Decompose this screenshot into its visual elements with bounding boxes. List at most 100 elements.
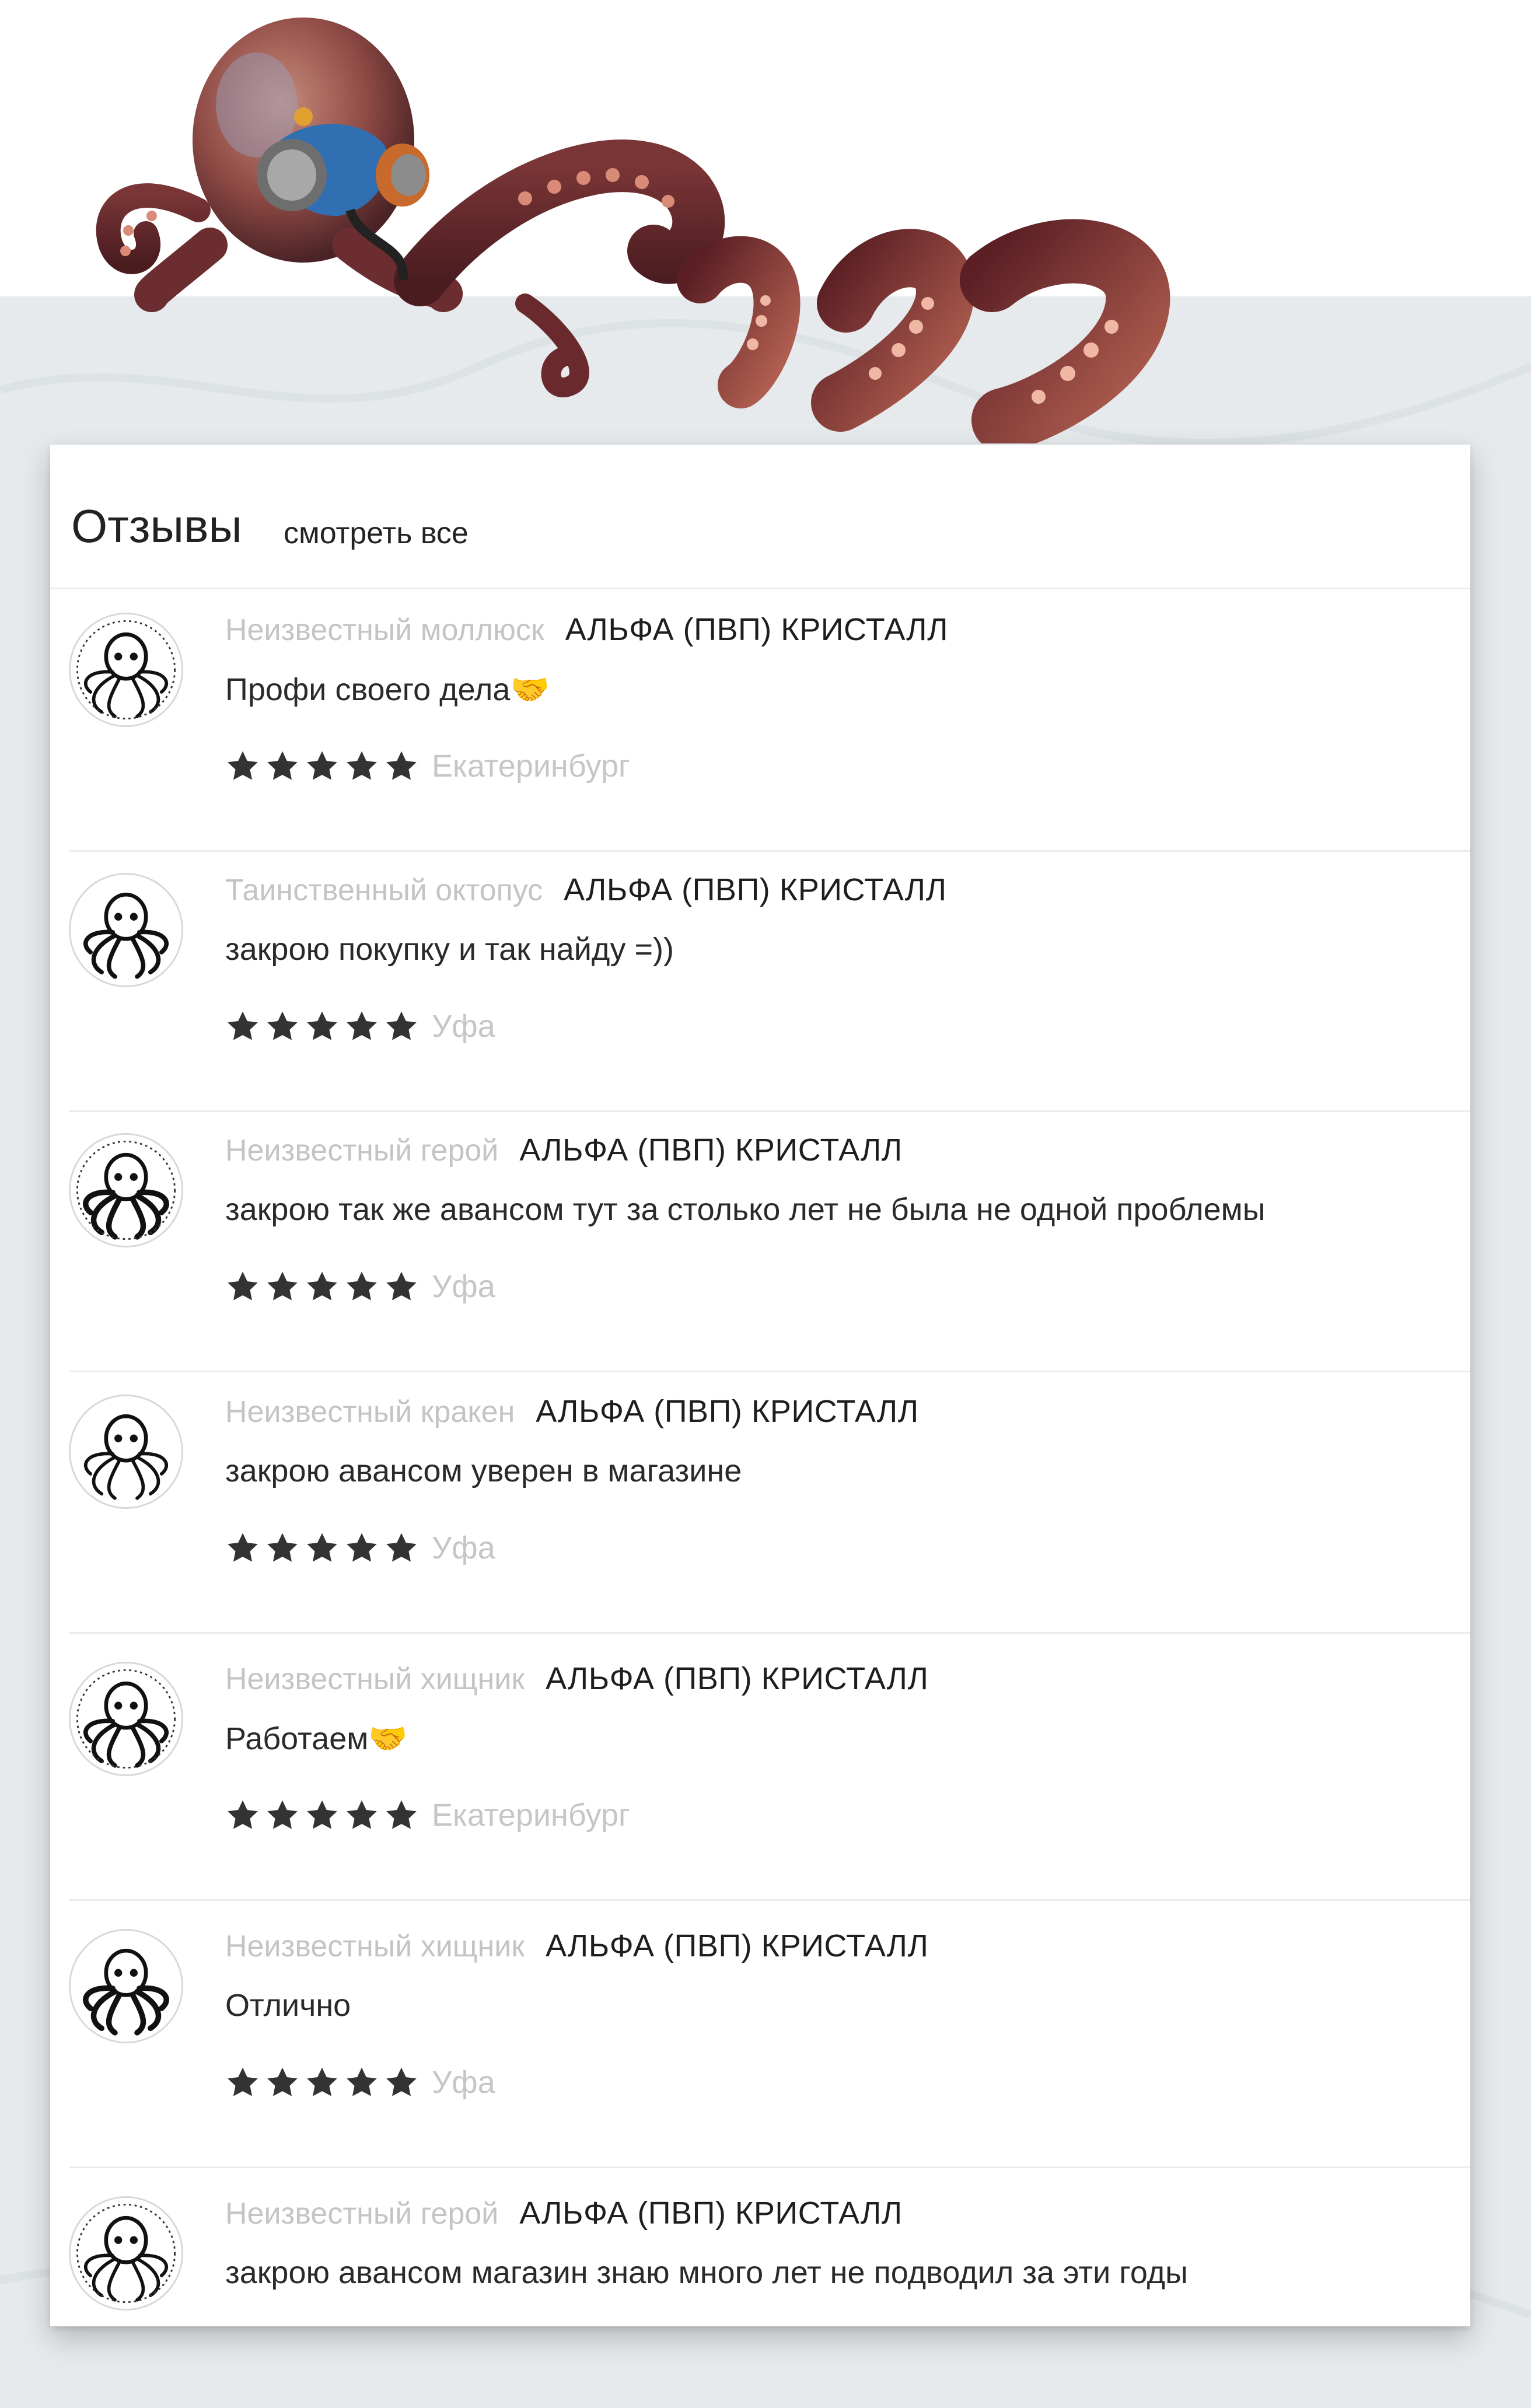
review-text: Отлично bbox=[225, 1987, 351, 2023]
review-item: Неизвестный герой АЛЬФА (ПВП) КРИСТАЛЛ зак… bbox=[69, 2173, 1470, 2326]
review-city: Уфа bbox=[432, 2065, 495, 2100]
star-icon bbox=[228, 751, 258, 780]
review-item: Неизвестный кракен АЛЬФА (ПВП) КРИСТАЛЛ за… bbox=[69, 1371, 1470, 1634]
star-icon bbox=[307, 2067, 337, 2096]
review-author: Неизвестный хищник bbox=[225, 1930, 525, 1963]
star-icon bbox=[307, 751, 337, 780]
review-meta: Неизвестный хищник АЛЬФА (ПВП) КРИСТАЛЛ bbox=[225, 1661, 928, 1701]
page: Отзывы смотреть все Неизвестный моллюск А… bbox=[0, 0, 1531, 2408]
octopus-avatar-icon bbox=[71, 1663, 181, 1774]
review-meta: Неизвестный кракен АЛЬФА (ПВП) КРИСТАЛЛ bbox=[225, 1393, 919, 1434]
review-text: Профи своего дела🤝 bbox=[225, 671, 550, 708]
review-author: Таинственный октопус bbox=[225, 873, 543, 907]
review-rating: Екатеринбург bbox=[225, 1795, 630, 1836]
rating-stars bbox=[225, 1009, 419, 1044]
star-icon bbox=[386, 2067, 417, 2096]
star-icon bbox=[228, 1533, 258, 1562]
star-icon bbox=[347, 751, 377, 780]
review-rating: Уфа bbox=[225, 1266, 495, 1307]
avatar bbox=[69, 1662, 183, 1776]
review-product[interactable]: АЛЬФА (ПВП) КРИСТАЛЛ bbox=[519, 2196, 902, 2231]
star-icon bbox=[347, 1800, 377, 1829]
review-author: Неизвестный хищник bbox=[225, 1662, 525, 1696]
review-meta: Таинственный октопус АЛЬФА (ПВП) КРИСТАЛЛ bbox=[225, 872, 947, 913]
review-text: закрою авансом магазин знаю много лет не… bbox=[225, 2255, 1188, 2291]
review-meta: Неизвестный герой АЛЬФА (ПВП) КРИСТАЛЛ bbox=[225, 1132, 903, 1173]
review-item: Неизвестный хищник АЛЬФА (ПВП) КРИСТАЛЛ От… bbox=[69, 1906, 1470, 2168]
review-product[interactable]: АЛЬФА (ПВП) КРИСТАЛЛ bbox=[519, 1133, 902, 1168]
review-text: Работаем🤝 bbox=[225, 1720, 408, 1757]
review-product[interactable]: АЛЬФА (ПВП) КРИСТАЛЛ bbox=[565, 612, 948, 647]
review-author: Неизвестный герой bbox=[225, 2197, 499, 2231]
octopus-avatar-icon bbox=[71, 1135, 181, 1246]
octopus-avatar-icon bbox=[71, 1931, 181, 2042]
star-icon bbox=[267, 2067, 298, 2096]
review-product[interactable]: АЛЬФА (ПВП) КРИСТАЛЛ bbox=[564, 872, 946, 907]
avatar bbox=[69, 1133, 183, 1247]
star-icon bbox=[307, 1011, 337, 1040]
review-city: Екатеринбург bbox=[432, 1798, 630, 1833]
star-icon bbox=[307, 1800, 337, 1829]
handshake-emoji-icon: 🤝 bbox=[510, 671, 550, 708]
page-title: Отзывы bbox=[71, 500, 243, 552]
review-city: Уфа bbox=[432, 1269, 495, 1304]
avatar bbox=[69, 2196, 183, 2311]
review-city: Уфа bbox=[432, 1530, 495, 1565]
avatar bbox=[69, 1395, 183, 1509]
octopus-avatar-icon bbox=[71, 614, 181, 725]
star-icon bbox=[347, 2067, 377, 2096]
avatar bbox=[69, 873, 183, 987]
handshake-emoji-icon: 🤝 bbox=[368, 1720, 408, 1757]
review-text-body: закрою покупку и так найду =)) bbox=[225, 932, 674, 967]
review-city: Екатеринбург bbox=[432, 749, 630, 784]
star-icon bbox=[386, 751, 417, 780]
star-icon bbox=[267, 751, 298, 780]
review-city: Уфа bbox=[432, 1009, 495, 1044]
review-text: закрою так же авансом тут за столько лет… bbox=[225, 1191, 1266, 1228]
star-icon bbox=[267, 1800, 298, 1829]
star-icon bbox=[307, 1271, 337, 1301]
reviews-header: Отзывы смотреть все bbox=[50, 445, 1470, 589]
star-icon bbox=[228, 1011, 258, 1040]
review-text: закрою авансом уверен в магазине bbox=[225, 1453, 742, 1489]
octopus-avatar-icon bbox=[71, 875, 181, 985]
star-icon bbox=[267, 1271, 298, 1301]
review-rating: Уфа bbox=[225, 1528, 495, 1568]
review-author: Неизвестный кракен bbox=[225, 1395, 515, 1429]
star-icon bbox=[228, 2067, 258, 2096]
star-icon bbox=[386, 1533, 417, 1562]
rating-stars bbox=[225, 1269, 419, 1304]
rating-stars bbox=[225, 2065, 419, 2100]
star-icon bbox=[347, 1271, 377, 1301]
rating-stars bbox=[225, 1530, 419, 1565]
review-meta: Неизвестный герой АЛЬФА (ПВП) КРИСТАЛЛ bbox=[225, 2195, 903, 2236]
star-icon bbox=[228, 1271, 258, 1301]
avatar bbox=[69, 1929, 183, 2043]
star-icon bbox=[228, 1800, 258, 1829]
star-icon bbox=[386, 1011, 417, 1040]
star-icon bbox=[386, 1800, 417, 1829]
review-item: Неизвестный герой АЛЬФА (ПВП) КРИСТАЛЛ зак… bbox=[69, 1110, 1470, 1372]
review-rating: Уфа bbox=[225, 2062, 495, 2103]
review-text-body: закрою авансом уверен в магазине bbox=[225, 1453, 742, 1488]
review-text-body: закрою авансом магазин знаю много лет не… bbox=[225, 2255, 1188, 2290]
octopus-gas-mask-illustration bbox=[96, 18, 1170, 443]
star-icon bbox=[386, 1271, 417, 1301]
review-item: Неизвестный моллюск АЛЬФА (ПВП) КРИСТАЛЛ П… bbox=[69, 589, 1470, 852]
review-meta: Неизвестный моллюск АЛЬФА (ПВП) КРИСТАЛЛ bbox=[225, 611, 948, 652]
reviews-card: Отзывы смотреть все Неизвестный моллюск А… bbox=[50, 445, 1470, 2326]
review-item: Неизвестный хищник АЛЬФА (ПВП) КРИСТАЛЛ Ра… bbox=[69, 1638, 1470, 1901]
see-all-link[interactable]: смотреть все bbox=[284, 518, 469, 548]
review-text-body: Работаем bbox=[225, 1721, 369, 1756]
review-text-body: Профи своего дела bbox=[225, 672, 511, 707]
star-icon bbox=[267, 1011, 298, 1040]
review-product[interactable]: АЛЬФА (ПВП) КРИСТАЛЛ bbox=[536, 1394, 918, 1429]
octopus-avatar-icon bbox=[71, 2198, 181, 2309]
star-icon bbox=[267, 1533, 298, 1562]
avatar bbox=[69, 613, 183, 727]
star-icon bbox=[347, 1533, 377, 1562]
review-product[interactable]: АЛЬФА (ПВП) КРИСТАЛЛ bbox=[546, 1661, 928, 1696]
review-text-body: закрою так же авансом тут за столько лет… bbox=[225, 1192, 1266, 1227]
review-text-body: Отлично bbox=[225, 1988, 351, 2023]
review-product[interactable]: АЛЬФА (ПВП) КРИСТАЛЛ bbox=[546, 1928, 928, 1963]
